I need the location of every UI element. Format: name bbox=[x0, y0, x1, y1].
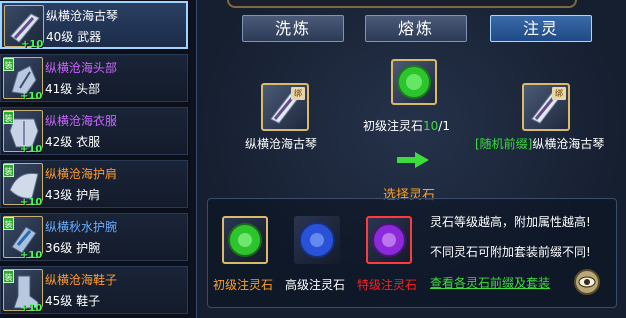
view-stone-prefix-link[interactable]: 查看各灵石前缀及套装 bbox=[430, 276, 550, 290]
info-line: 不同灵石可附加套装前缀不同! bbox=[430, 245, 591, 259]
equipment-row[interactable]: 装 +10 纵横沧海鞋子 45级 鞋子 bbox=[0, 266, 188, 314]
tab-infuse[interactable]: 注灵 bbox=[490, 15, 592, 42]
equipment-meta: 45级 鞋子 bbox=[45, 294, 100, 308]
tab-wash[interactable]: 洗炼 bbox=[242, 15, 344, 42]
required-stone-have: 10 bbox=[423, 119, 439, 133]
equip-tag: 装 bbox=[3, 164, 14, 177]
required-stone-slot[interactable] bbox=[391, 59, 437, 105]
equipment-level: 40级 bbox=[46, 30, 74, 44]
equipment-meta: 43级 护肩 bbox=[45, 188, 100, 202]
equipment-level: 43级 bbox=[45, 188, 73, 202]
equipment-level: 42级 bbox=[45, 135, 73, 149]
refine-panel: 洗炼 熔炼 注灵 绑 纵横沧海古琴 初级注灵石10/1 绑 [随机前缀]纵横沧海… bbox=[196, 0, 626, 318]
equip-tag: 装 bbox=[3, 217, 14, 230]
bind-badge: 绑 bbox=[552, 87, 566, 100]
equipment-row[interactable]: 装 +10 纵横沧海护肩 43级 护肩 bbox=[0, 160, 188, 208]
equipment-level: 41级 bbox=[45, 82, 73, 96]
refine-window: +10 纵横沧海古琴 40级 武器 装 +10 纵横沧海头部 41级 头部 装 … bbox=[0, 0, 626, 318]
equipment-row[interactable]: +10 纵横沧海古琴 40级 武器 bbox=[0, 1, 188, 50]
stone-option[interactable] bbox=[222, 216, 268, 264]
arrow-right-icon bbox=[397, 152, 429, 168]
enhance-level: +10 bbox=[20, 91, 43, 102]
equip-tag: 装 bbox=[3, 111, 14, 124]
source-item-slot[interactable]: 绑 bbox=[261, 83, 309, 131]
enhance-level: +10 bbox=[20, 197, 43, 208]
enhance-level: +10 bbox=[21, 39, 44, 50]
bind-badge: 绑 bbox=[291, 87, 305, 100]
equipment-name: 纵横沧海护肩 bbox=[45, 167, 118, 181]
equipment-name: 纵横沧海衣服 bbox=[45, 114, 118, 128]
result-item-name: 纵横沧海古琴 bbox=[532, 137, 605, 151]
equipment-slot: 鞋子 bbox=[76, 294, 101, 308]
stone-option[interactable] bbox=[294, 216, 340, 264]
required-stone-label: 初级注灵石10/1 bbox=[363, 119, 450, 133]
equipment-row[interactable]: 装 +10 纵横秋水护腕 36级 护腕 bbox=[0, 213, 188, 261]
equipment-slot: 护腕 bbox=[76, 241, 101, 255]
equip-tag: 装 bbox=[3, 58, 14, 71]
result-item-prefix: [随机前缀] bbox=[475, 137, 533, 151]
stone-selector: 初级注灵石 高级注灵石 特级注灵石 灵石等级越高，附加属性越高! 不同灵石可附加… bbox=[207, 198, 617, 308]
enhance-level: +10 bbox=[20, 250, 43, 261]
equipment-list: +10 纵横沧海古琴 40级 武器 装 +10 纵横沧海头部 41级 头部 装 … bbox=[0, 0, 190, 318]
enhance-level: +10 bbox=[20, 303, 43, 314]
required-stone-name: 初级注灵石 bbox=[363, 119, 424, 133]
enhance-level: +10 bbox=[20, 144, 43, 155]
info-line: 灵石等级越高，附加属性越高! bbox=[430, 215, 591, 229]
stone-name: 特级注灵石 bbox=[357, 278, 418, 292]
equipment-meta: 41级 头部 bbox=[45, 82, 100, 96]
eye-icon[interactable] bbox=[574, 269, 600, 295]
equipment-row[interactable]: 装 +10 纵横沧海衣服 42级 衣服 bbox=[0, 107, 188, 155]
equipment-level: 45级 bbox=[45, 294, 73, 308]
stone-name: 高级注灵石 bbox=[285, 278, 346, 292]
result-item-label: [随机前缀]纵横沧海古琴 bbox=[475, 137, 604, 151]
stone-option[interactable] bbox=[366, 216, 412, 264]
equipment-name: 纵横秋水护腕 bbox=[45, 220, 118, 234]
equipment-row[interactable]: 装 +10 纵横沧海头部 41级 头部 bbox=[0, 54, 188, 102]
equipment-meta: 40级 武器 bbox=[46, 30, 101, 44]
result-item-slot[interactable]: 绑 bbox=[522, 83, 570, 131]
equipment-meta: 42级 衣服 bbox=[45, 135, 100, 149]
equipment-slot: 护肩 bbox=[76, 188, 101, 202]
top-frame bbox=[227, 0, 577, 8]
tab-smelt[interactable]: 熔炼 bbox=[365, 15, 467, 42]
equipment-name: 纵横沧海鞋子 bbox=[45, 273, 118, 287]
stone-name: 初级注灵石 bbox=[213, 278, 274, 292]
equip-tag: 装 bbox=[3, 270, 14, 283]
equipment-slot: 衣服 bbox=[76, 135, 101, 149]
required-stone-need: /1 bbox=[438, 119, 450, 133]
equipment-name: 纵横沧海头部 bbox=[45, 61, 118, 75]
source-item-name: 纵横沧海古琴 bbox=[245, 137, 318, 151]
equipment-slot: 武器 bbox=[77, 30, 102, 44]
equipment-slot: 头部 bbox=[76, 82, 101, 96]
equipment-level: 36级 bbox=[45, 241, 73, 255]
equipment-name: 纵横沧海古琴 bbox=[46, 9, 119, 23]
equipment-meta: 36级 护腕 bbox=[45, 241, 100, 255]
